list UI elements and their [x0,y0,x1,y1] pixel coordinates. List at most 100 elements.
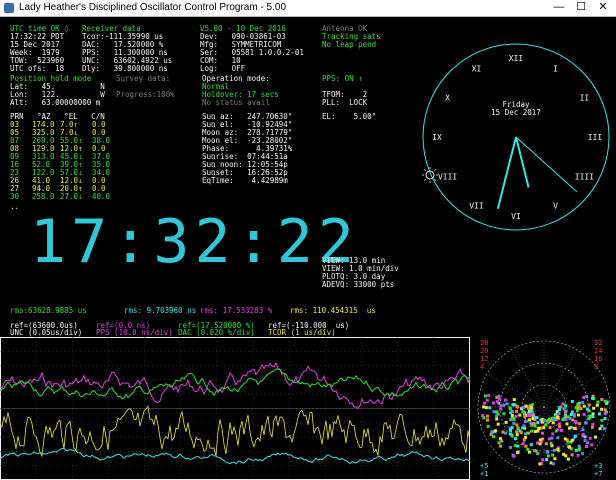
hour-hand [515,136,530,188]
sky-track-dot [496,422,500,426]
sky-track-dot [557,412,561,416]
sky-track-dot [576,413,580,417]
sky-track-dot [485,398,489,402]
sky-track-dot [567,426,571,430]
sky-track-dot [603,412,607,416]
sky-track-dot [508,432,512,436]
sky-track-dot [556,415,560,419]
sky-track-dot [494,429,498,433]
sky-track-dot [527,431,531,435]
sky-track-dot [515,430,519,434]
clock-numeral: II [580,94,590,103]
sky-track-dot [574,448,578,452]
survey-progress: Progress:100% [116,90,175,99]
altitude: Alt: 63.00000000 m [10,98,101,107]
sat-table-header: PRN °AZ °EL C/N [10,112,105,121]
sky-label-bottom-left: +5 [480,462,488,470]
sky-track-dot [551,421,555,425]
sky-track-dot [544,442,548,446]
analog-clock: XIIIIIIIIIIIIVVIVIIVIIIIXXXIFriday15 Dec… [422,43,610,231]
minimize-button[interactable]: — [548,0,570,16]
sky-track-dot [491,401,495,405]
sky-track-dot [572,414,576,418]
clock-date: 15 Dec 2017 [491,108,541,117]
sun-ray [433,178,436,181]
sky-track-dot [523,415,527,419]
sky-track-dot [487,393,491,397]
sky-track-dot [495,410,499,414]
clock-numeral: X [445,94,450,103]
sat-prn: 30 [10,192,20,201]
sky-track-dot [562,407,566,411]
clock-numeral: VI [511,212,521,221]
sky-track-dot [590,443,594,447]
rms-tcor: rms: 110.454315 us [290,306,376,315]
sky-track-dot [578,422,582,426]
time-series-plot[interactable] [0,337,470,480]
sky-track-dot [528,418,531,422]
maximize-button[interactable]: ☐ [570,0,592,16]
sky-track-dot [486,414,489,418]
sky-track-dot [512,421,516,425]
sky-track-dot [536,452,540,456]
sky-track-dot [563,403,567,407]
sky-track-dot [488,406,492,410]
sky-track-dot [516,405,519,409]
sky-track-dot [551,453,555,457]
sky-track-dot [530,403,534,407]
sky-track-dot [557,408,561,411]
sky-track-dot [583,435,587,439]
sky-track-dot [501,430,505,434]
sky-track-dot [575,409,579,413]
window-titlebar: Lady Heather's Disciplined Oscillator Co… [0,0,616,17]
sky-track-dot [529,409,533,412]
sky-track-dot [484,394,487,398]
sky-label-left: 12 [480,355,488,363]
sky-label-left: 4 [480,363,484,371]
sky-track-dot [582,413,586,417]
sky-track-dot [594,435,597,439]
sky-track-dot [512,403,516,407]
sky-track-dot [497,394,501,398]
sat-table-more: .. [10,202,20,211]
sky-label-left: 20 [480,347,488,355]
close-button[interactable]: ✕ [592,0,614,16]
sky-track-dot [529,414,533,417]
dly-value: Dly: 39.800000 ns [82,64,168,73]
sky-track-dot [553,457,557,461]
adev-queue: ADEVQ: 33000 pts [322,280,395,289]
sky-track-dot [504,420,508,424]
sky-track-dot [552,448,556,452]
sky-track-dot [570,453,574,457]
sky-track-dot [522,424,526,428]
sky-track-dot [495,417,499,421]
sky-track-dot [486,418,489,422]
sky-track-dot [556,436,560,440]
sky-track-dot [566,457,570,461]
sky-track-dot [515,433,519,437]
sky-track-dot [586,407,589,411]
sky-track-dot [573,435,577,439]
sky-track-dot [483,401,486,405]
sky-track-dot [546,454,550,458]
satellite-sky-map[interactable]: 2820124 3224168 +5+1 +3+7 [472,335,616,480]
sky-track-dot [545,458,549,461]
sat-az: 258.0 [32,192,55,201]
sky-track-dot [547,437,551,441]
sky-track-dot [492,410,496,414]
sky-track-dot [486,424,490,428]
rms-pps: rms: 9.703960 ns [124,306,197,315]
sky-track-dot [583,439,587,442]
sky-track-dot [558,425,562,428]
sky-track-dot [498,397,501,401]
sky-track-dot [588,436,592,440]
sky-track-dot [595,403,599,407]
sky-track-dot [560,428,563,432]
sky-track-dot [582,404,586,408]
sky-track-dot [529,443,533,447]
sky-track-dot [574,420,578,424]
main-screen[interactable]: UTC time OK ◊ 17:32:22 PDT 15 Dec 2017 W… [0,17,616,480]
sky-track-dot [538,442,542,446]
sky-track-dot [538,438,542,442]
sky-track-dot [600,397,604,401]
